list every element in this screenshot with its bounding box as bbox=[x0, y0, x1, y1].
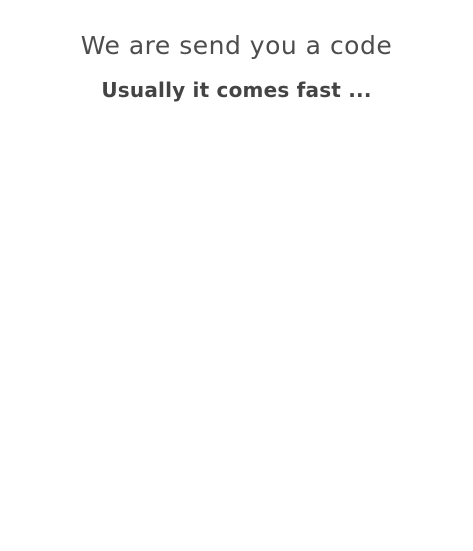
page-subtitle: Usually it comes fast ... bbox=[101, 78, 372, 102]
code-sending-screen: We are send you a code Usually it comes … bbox=[0, 0, 473, 551]
page-title: We are send you a code bbox=[80, 31, 393, 60]
